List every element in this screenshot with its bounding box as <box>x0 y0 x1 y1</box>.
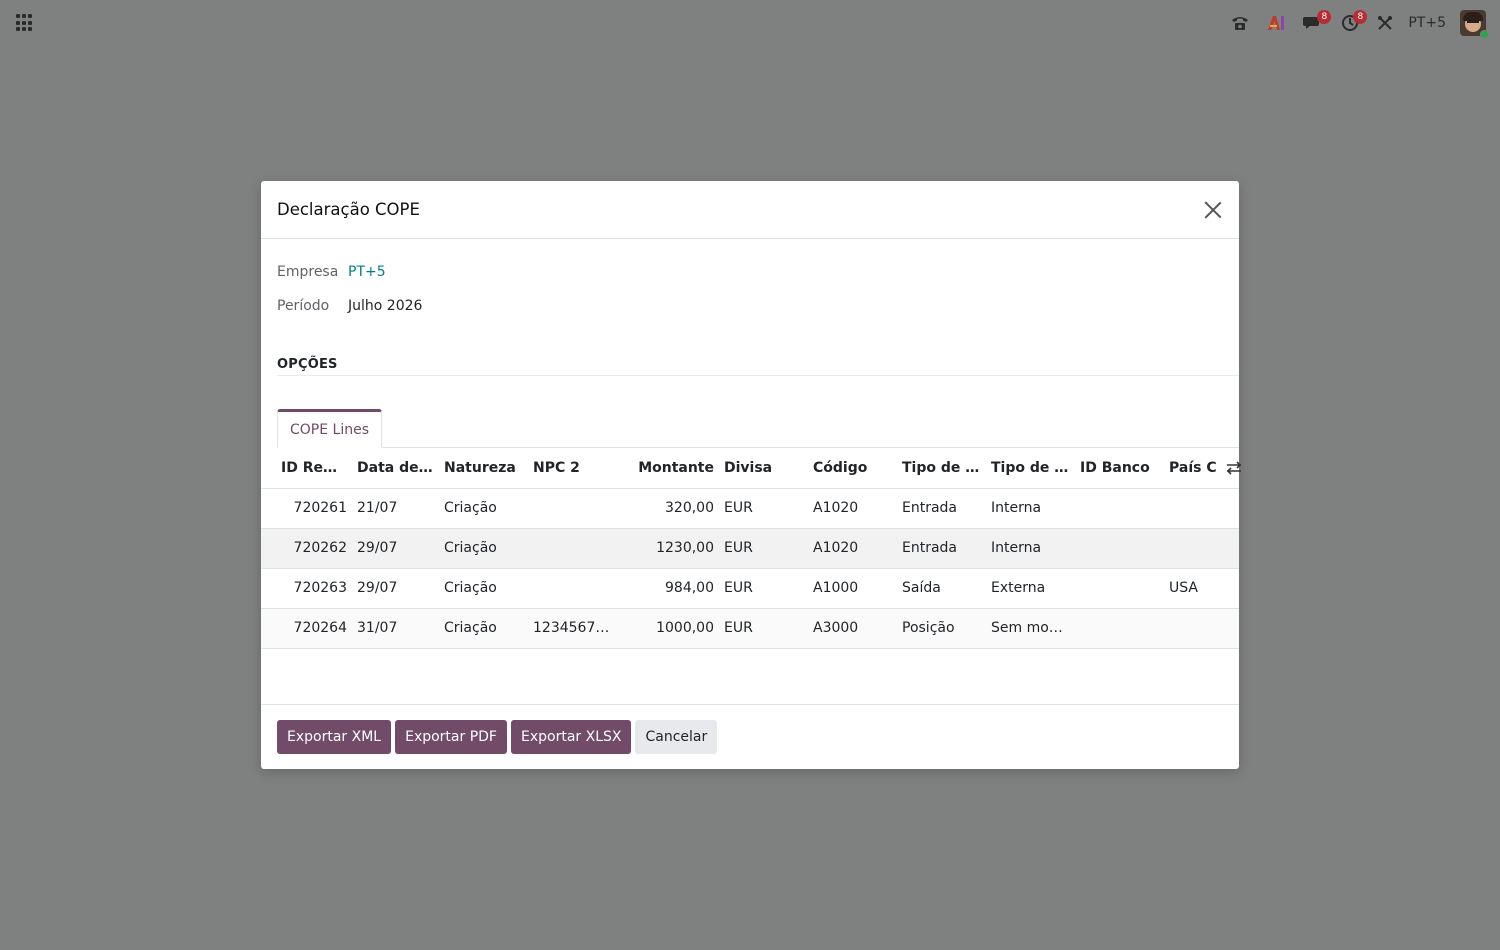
empresa-value-link[interactable]: PT+5 <box>348 264 386 280</box>
periodo-field: Período Julho 2026 <box>277 298 422 314</box>
periodo-value: Julho 2026 <box>348 298 423 314</box>
company-switcher[interactable]: PT+5 <box>1402 15 1456 31</box>
cope-lines-table: ID Registo Data de R… Natureza NPC 2 Mon… <box>261 448 1242 649</box>
cell-montante[interactable]: 1230,00 <box>617 528 719 569</box>
cell-tipo-v[interactable]: Entrada <box>897 528 986 569</box>
notebook-tabs: COPE Lines <box>277 409 1239 448</box>
column-header-tipo-v[interactable]: Tipo de V… <box>897 448 986 489</box>
cell-divisa[interactable]: EUR <box>719 568 808 609</box>
cope-declaration-dialog: Declaração COPE Empresa PT+5 Período Jul… <box>261 181 1242 769</box>
cell-divisa[interactable]: EUR <box>719 528 808 569</box>
periodo-label: Período <box>277 298 330 314</box>
column-header-id-banco[interactable]: ID Banco <box>1075 448 1164 489</box>
tab-cope-lines[interactable]: COPE Lines <box>277 409 382 448</box>
cell-data[interactable]: 29/07 <box>352 528 439 569</box>
cell-npc2[interactable]: 123456789 <box>528 608 617 649</box>
dialog-header: Declaração COPE <box>261 181 1239 239</box>
table-row[interactable]: 720261 21/07 Criação 320,00 EUR A1020 En… <box>261 488 1239 529</box>
empresa-field: Empresa PT+5 <box>277 264 386 280</box>
column-header-pais[interactable]: País C <box>1164 448 1242 489</box>
cell-natureza[interactable]: Criação <box>439 528 528 569</box>
column-header-pais-label: País C <box>1169 459 1217 476</box>
user-menu[interactable] <box>1460 10 1489 39</box>
cell-npc2[interactable] <box>528 568 617 609</box>
activities-icon[interactable]: 8 <box>1332 0 1368 46</box>
cell-id-registo[interactable]: 720261 <box>261 488 352 529</box>
online-status-icon <box>1480 30 1489 39</box>
cell-id-banco[interactable] <box>1075 568 1164 609</box>
cell-pais[interactable] <box>1164 608 1239 649</box>
cell-id-registo[interactable]: 720264 <box>261 608 352 649</box>
activities-badge: 8 <box>1353 10 1368 24</box>
column-header-natureza[interactable]: Natureza <box>439 448 528 489</box>
column-header-codigo[interactable]: Código <box>808 448 897 489</box>
optional-columns-icon[interactable] <box>1226 461 1242 475</box>
cancel-button[interactable]: Cancelar <box>635 720 718 754</box>
navbar-systray: 8 8 PT+5 <box>1222 0 1489 46</box>
cell-id-banco[interactable] <box>1075 608 1164 649</box>
cell-pais[interactable] <box>1164 488 1239 529</box>
cell-natureza[interactable]: Criação <box>439 568 528 609</box>
table-row[interactable]: 720262 29/07 Criação 1230,00 EUR A1020 E… <box>261 528 1239 569</box>
cell-id-banco[interactable] <box>1075 528 1164 569</box>
phone-icon[interactable] <box>1222 0 1258 46</box>
apps-menu-icon[interactable] <box>16 14 34 32</box>
cell-divisa[interactable]: EUR <box>719 488 808 529</box>
cell-natureza[interactable]: Criação <box>439 608 528 649</box>
top-navbar: 8 8 PT+5 <box>0 0 1500 46</box>
dialog-title: Declaração COPE <box>277 200 420 219</box>
cell-tipo-c[interactable]: Externa <box>986 568 1075 609</box>
column-header-tipo-c[interactable]: Tipo de C… <box>986 448 1075 489</box>
cell-npc2[interactable] <box>528 488 617 529</box>
cell-pais[interactable] <box>1164 528 1239 569</box>
cell-tipo-v[interactable]: Posição <box>897 608 986 649</box>
table-header-row: ID Registo Data de R… Natureza NPC 2 Mon… <box>261 448 1242 489</box>
cell-tipo-c[interactable]: Interna <box>986 528 1075 569</box>
cell-npc2[interactable] <box>528 528 617 569</box>
table-row[interactable]: 720264 31/07 Criação 123456789 1000,00 E… <box>261 608 1239 649</box>
cell-tipo-v[interactable]: Saída <box>897 568 986 609</box>
cell-montante[interactable]: 1000,00 <box>617 608 719 649</box>
export-xlsx-button[interactable]: Exportar XLSX <box>510 720 632 754</box>
empresa-label: Empresa <box>277 264 339 280</box>
export-xml-button[interactable]: Exportar XML <box>277 720 392 754</box>
close-icon[interactable] <box>1203 200 1223 220</box>
table-row[interactable]: 720263 29/07 Criação 984,00 EUR A1000 Sa… <box>261 568 1239 609</box>
cell-codigo[interactable]: A1000 <box>808 568 897 609</box>
messages-icon[interactable]: 8 <box>1294 0 1332 46</box>
cell-tipo-c[interactable]: Interna <box>986 488 1075 529</box>
cell-codigo[interactable]: A1020 <box>808 488 897 529</box>
column-header-id-registo[interactable]: ID Registo <box>261 448 352 489</box>
export-pdf-button[interactable]: Exportar PDF <box>395 720 507 754</box>
cell-divisa[interactable]: EUR <box>719 608 808 649</box>
cell-id-registo[interactable]: 720262 <box>261 528 352 569</box>
cell-tipo-v[interactable]: Entrada <box>897 488 986 529</box>
cell-pais[interactable]: USA <box>1164 568 1239 609</box>
column-header-npc2[interactable]: NPC 2 <box>528 448 617 489</box>
cell-montante[interactable]: 984,00 <box>617 568 719 609</box>
dialog-footer: Exportar XML Exportar PDF Exportar XLSX … <box>261 704 1239 769</box>
cell-codigo[interactable]: A1020 <box>808 528 897 569</box>
cell-id-banco[interactable] <box>1075 488 1164 529</box>
section-divider <box>277 375 1239 376</box>
cell-montante[interactable]: 320,00 <box>617 488 719 529</box>
cell-tipo-c[interactable]: Sem movi… <box>986 608 1075 649</box>
column-header-montante[interactable]: Montante <box>617 448 719 489</box>
cell-codigo[interactable]: A3000 <box>808 608 897 649</box>
options-section-title: OPÇÕES <box>277 357 338 372</box>
column-header-data[interactable]: Data de R… <box>352 448 439 489</box>
cell-data[interactable]: 31/07 <box>352 608 439 649</box>
ai-icon[interactable] <box>1258 0 1294 46</box>
cell-data[interactable]: 21/07 <box>352 488 439 529</box>
messages-badge: 8 <box>1317 10 1332 24</box>
cell-natureza[interactable]: Criação <box>439 488 528 529</box>
cell-id-registo[interactable]: 720263 <box>261 568 352 609</box>
cell-data[interactable]: 29/07 <box>352 568 439 609</box>
column-header-divisa[interactable]: Divisa <box>719 448 808 489</box>
debug-tools-icon[interactable] <box>1368 0 1402 46</box>
